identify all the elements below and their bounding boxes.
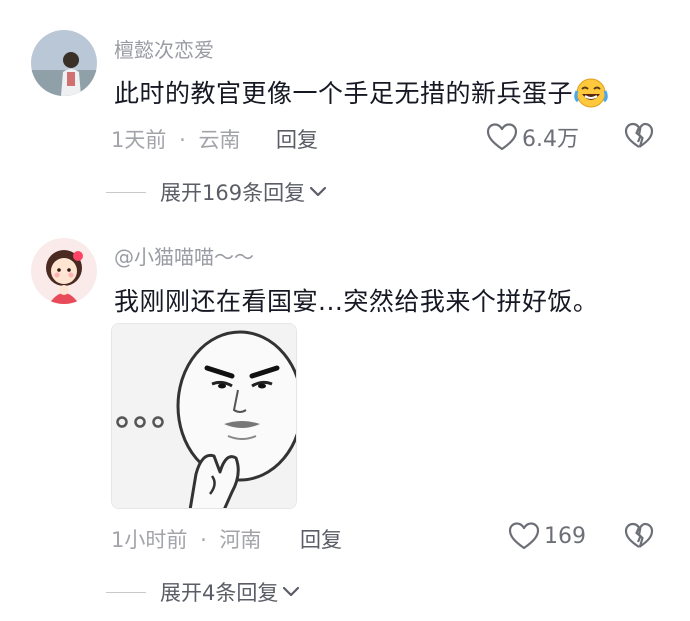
comment-username[interactable]: @小猫喵喵～～ (114, 241, 254, 270)
comment-text: 我刚刚还在看国宴...突然给我来个拼好饭。 (114, 287, 599, 316)
expand-replies-button[interactable]: 展开4条回复 (106, 577, 300, 607)
expand-replies-label: 展开4条回复 (160, 581, 279, 605)
comment-item: @小猫喵喵～～ 我刚刚还在看国宴...突然给我来个拼好饭。 1小时前 · 河南 … (0, 0, 690, 621)
broken-heart-icon (624, 522, 654, 548)
heart-icon (508, 522, 540, 550)
like-count: 169 (544, 523, 586, 549)
comment-meta: 1小时前 · 河南 (111, 524, 261, 554)
comment-location: 河南 (219, 528, 262, 552)
avatar[interactable] (31, 238, 97, 304)
thinking-meme-face-sticker[interactable] (111, 323, 297, 509)
divider-line (106, 591, 146, 593)
chevron-down-icon (283, 586, 300, 597)
dislike-button[interactable] (624, 522, 654, 554)
meta-separator: · (200, 528, 207, 552)
like-button[interactable]: 169 (508, 521, 586, 551)
comment-time: 1小时前 (111, 528, 188, 552)
reply-button[interactable]: 回复 (300, 524, 342, 554)
